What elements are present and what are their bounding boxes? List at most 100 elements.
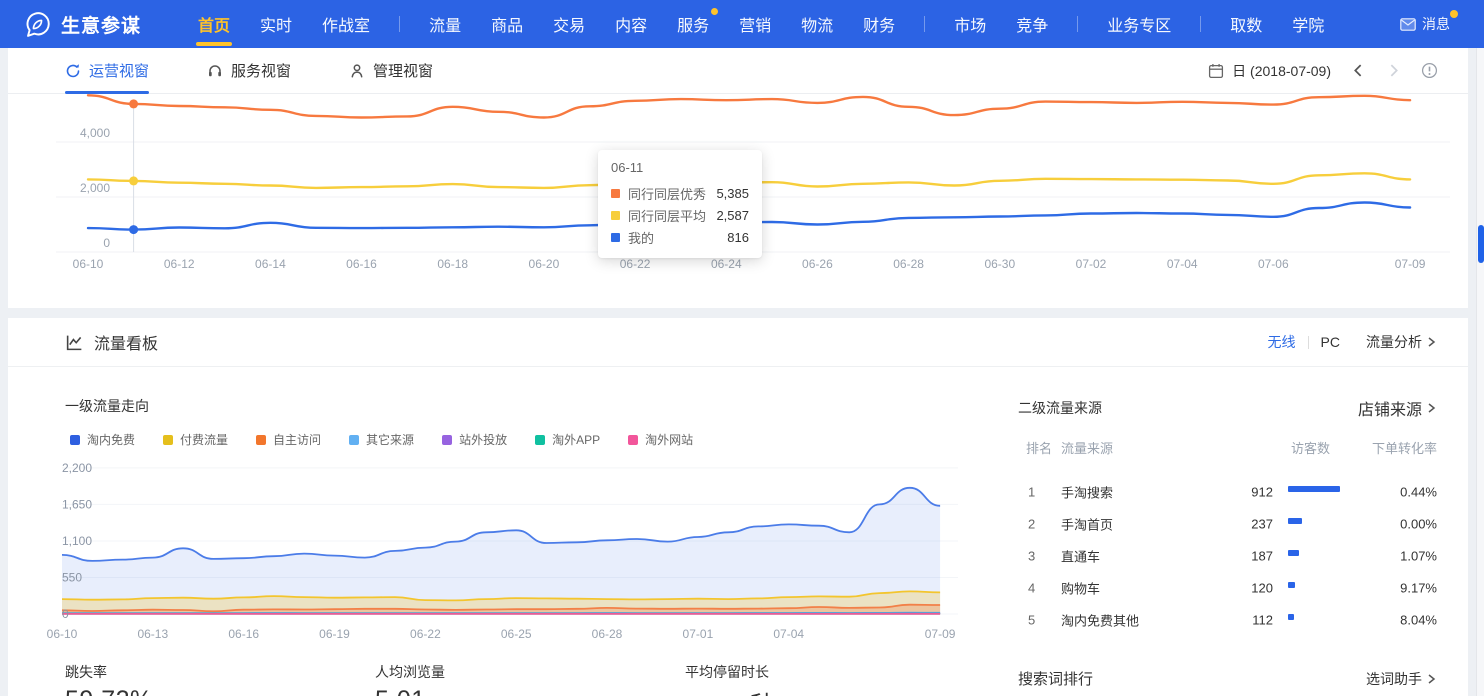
- svg-text:06-24: 06-24: [711, 257, 742, 271]
- tab-管理视窗[interactable]: 管理视窗: [349, 48, 433, 93]
- legend-item-淘内免费[interactable]: 淘内免费: [70, 431, 135, 448]
- svg-text:07-09: 07-09: [925, 627, 956, 641]
- date-label: 日 (2018-07-09): [1232, 61, 1331, 81]
- conversion-cell: 8.04%: [1347, 613, 1437, 628]
- chevron-right-icon: [1425, 402, 1437, 414]
- legend-item-其它来源[interactable]: 其它来源: [349, 431, 414, 448]
- svg-text:2,200: 2,200: [62, 461, 92, 475]
- svg-text:2,000: 2,000: [80, 181, 110, 195]
- headset-icon: [207, 63, 223, 79]
- source-table-header: 排名 流量来源 访客数 下单转化率: [1018, 438, 1437, 454]
- brand-logo[interactable]: 生意参谋: [24, 11, 141, 38]
- conversion-cell: 0.44%: [1347, 485, 1437, 500]
- view-tabbar: 运营视窗 服务视窗 管理视窗 日 (2018-07-09): [8, 48, 1468, 94]
- nav-item-市场[interactable]: 市场: [939, 0, 1001, 48]
- alert-circle-icon: [1421, 62, 1438, 79]
- svg-text:06-22: 06-22: [410, 627, 441, 641]
- legend-swatch: [70, 435, 80, 445]
- svg-text:06-13: 06-13: [137, 627, 168, 641]
- stat-value: 59.72%: [65, 686, 153, 696]
- nav-item-竞争[interactable]: 竞争: [1001, 0, 1063, 48]
- series-swatch: [611, 211, 620, 220]
- svg-text:07-06: 07-06: [1258, 257, 1289, 271]
- column-visitors: 访客数: [1291, 438, 1330, 457]
- primary-flow-chart[interactable]: 05501,1001,6502,20006-1006-1306-1606-190…: [8, 455, 1008, 650]
- svg-text:06-30: 06-30: [984, 257, 1015, 271]
- top-nav: 生意参谋 首页实时作战室流量商品交易内容服务营销物流财务市场竞争业务专区取数学院…: [0, 0, 1484, 48]
- nav-item-商品[interactable]: 商品: [476, 0, 538, 48]
- legend-swatch: [349, 435, 359, 445]
- visitors-bar: [1288, 582, 1295, 588]
- legend-item-淘外APP[interactable]: 淘外APP: [535, 431, 600, 448]
- secondary-source-panel: 二级流量来源 店铺来源 排名 流量来源 访客数 下单转化率 1 手淘搜索 912: [1018, 318, 1437, 696]
- legend-item-付费流量[interactable]: 付费流量: [163, 431, 228, 448]
- legend-item-淘外网站[interactable]: 淘外网站: [628, 431, 693, 448]
- tab-运营视窗[interactable]: 运营视窗: [65, 48, 149, 93]
- legend-item-站外投放[interactable]: 站外投放: [442, 431, 507, 448]
- flow-legend: 淘内免费 付费流量 自主访问 其它来源 站外投放 淘外APP 淘外网站: [70, 431, 721, 448]
- svg-text:1,100: 1,100: [62, 534, 92, 548]
- rank-cell: 2: [1028, 517, 1035, 532]
- info-button[interactable]: [1421, 62, 1438, 79]
- nav-item-实时[interactable]: 实时: [245, 0, 307, 48]
- secondary-source-header: 二级流量来源 店铺来源: [1018, 396, 1437, 420]
- svg-text:06-16: 06-16: [228, 627, 259, 641]
- svg-text:06-22: 06-22: [620, 257, 651, 271]
- legend-swatch: [163, 435, 173, 445]
- source-row-直通车[interactable]: 3 直通车 187 1.07%: [1018, 540, 1437, 572]
- source-row-手淘搜索[interactable]: 1 手淘搜索 912 0.44%: [1018, 476, 1437, 508]
- tab-服务视窗[interactable]: 服务视窗: [207, 48, 291, 93]
- source-row-淘内免费其他[interactable]: 5 淘内免费其他 112 8.04%: [1018, 604, 1437, 636]
- legend-label: 淘外网站: [645, 431, 693, 448]
- nav-item-流量[interactable]: 流量: [414, 0, 476, 48]
- source-table-body: 1 手淘搜索 912 0.44% 2 手淘首页 237 0.00% 3 直通车 …: [1018, 476, 1437, 636]
- svg-text:06-28: 06-28: [893, 257, 924, 271]
- series-value: 816: [727, 230, 749, 245]
- benchmark-trend-chart[interactable]: 02,0004,00006-1006-1206-1406-1606-1806-2…: [8, 94, 1468, 308]
- legend-item-自主访问[interactable]: 自主访问: [256, 431, 321, 448]
- brand-name: 生意参谋: [61, 11, 141, 38]
- line-chart-icon: [65, 333, 84, 352]
- svg-text:06-28: 06-28: [592, 627, 623, 641]
- nav-item-交易[interactable]: 交易: [538, 0, 600, 48]
- shop-source-link[interactable]: 店铺来源: [1358, 396, 1437, 420]
- prev-day-button[interactable]: [1351, 63, 1366, 78]
- nav-item-服务[interactable]: 服务: [662, 0, 724, 48]
- source-row-购物车[interactable]: 4 购物车 120 9.17%: [1018, 572, 1437, 604]
- tooltip-row: 同行同层平均2,587: [611, 204, 749, 226]
- nav-item-取数[interactable]: 取数: [1215, 0, 1277, 48]
- series-label: 我的: [628, 228, 654, 247]
- nav-item-内容[interactable]: 内容: [600, 0, 662, 48]
- svg-text:07-04: 07-04: [773, 627, 804, 641]
- next-day-button[interactable]: [1386, 63, 1401, 78]
- page-scrollbar[interactable]: [1476, 48, 1484, 696]
- nav-item-首页[interactable]: 首页: [183, 0, 245, 48]
- legend-swatch: [628, 435, 638, 445]
- search-rank-row: 搜索词排行 选词助手: [1018, 668, 1437, 689]
- svg-text:06-25: 06-25: [501, 627, 532, 641]
- nav-item-营销[interactable]: 营销: [724, 0, 786, 48]
- nav-item-作战室[interactable]: 作战室: [307, 0, 385, 48]
- nav-group-divider: [1200, 16, 1201, 32]
- source-row-手淘首页[interactable]: 2 手淘首页 237 0.00%: [1018, 508, 1437, 540]
- series-swatch: [611, 233, 620, 242]
- date-picker[interactable]: 日 (2018-07-09): [1208, 61, 1331, 81]
- messages-button[interactable]: 消息: [1400, 14, 1458, 34]
- conversion-cell: 0.00%: [1347, 517, 1437, 532]
- nav-item-学院[interactable]: 学院: [1277, 0, 1339, 48]
- visitors-cell: 120: [1198, 581, 1273, 596]
- column-source: 流量来源: [1061, 438, 1113, 457]
- stat-avg-stay-time: 平均停留时长 17.49秒: [685, 662, 776, 696]
- stat-label: 人均浏览量: [375, 662, 445, 682]
- traffic-board-title: 流量看板: [94, 330, 158, 354]
- scrollbar-thumb[interactable]: [1478, 225, 1484, 263]
- word-helper-link[interactable]: 选词助手: [1366, 669, 1437, 689]
- svg-text:0: 0: [62, 607, 69, 621]
- nav-item-财务[interactable]: 财务: [848, 0, 910, 48]
- svg-text:06-16: 06-16: [346, 257, 377, 271]
- nav-item-物流[interactable]: 物流: [786, 0, 848, 48]
- nav-item-业务专区[interactable]: 业务专区: [1092, 0, 1186, 48]
- visitors-cell: 112: [1198, 613, 1273, 628]
- notification-dot: [711, 8, 718, 15]
- svg-text:06-10: 06-10: [47, 627, 78, 641]
